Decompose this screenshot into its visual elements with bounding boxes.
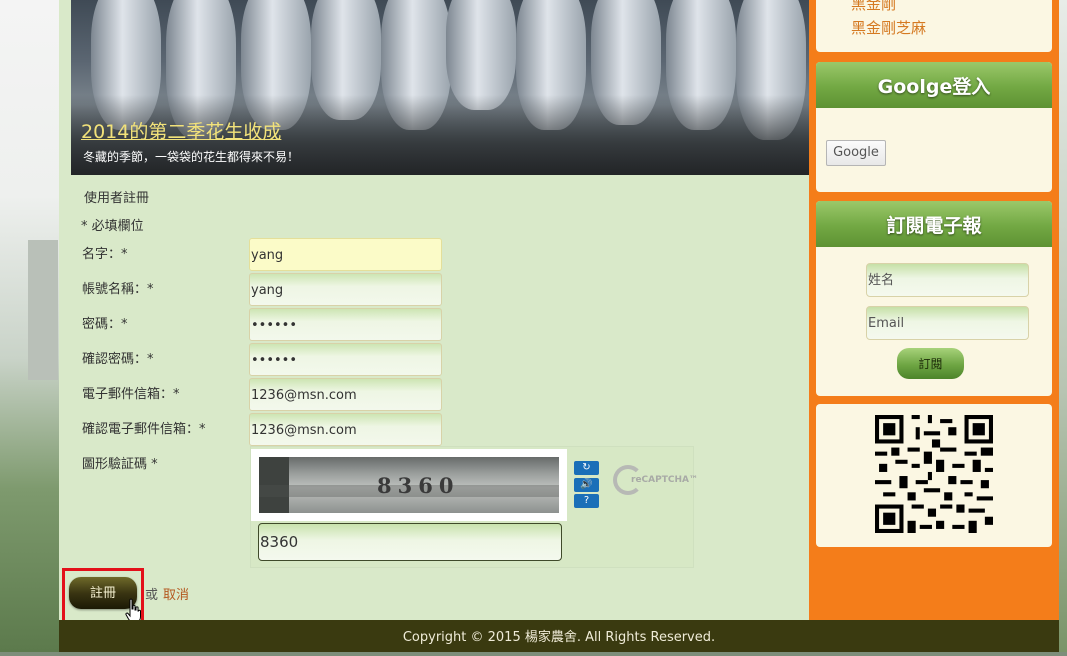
banner: 2014的第二季花生收成 冬藏的季節，一袋袋的花生都得來不易！ <box>71 0 809 175</box>
label-username: 帳號名稱：* <box>82 282 154 297</box>
email-input[interactable] <box>249 378 442 411</box>
confirm-email-input[interactable] <box>249 413 442 446</box>
subscribe-button[interactable]: 訂閱 <box>897 348 964 379</box>
sidebar: 黑金剛 黑金剛芝麻 Goolge登入 Google 訂閱電子報 訂閱 <box>809 0 1059 620</box>
label-captcha: 圖形驗証碼 * <box>82 457 158 472</box>
main-content: 2014的第二季花生收成 冬藏的季節，一袋袋的花生都得來不易！ 使用者註冊 * … <box>59 0 809 631</box>
recaptcha-widget: 8360 ↻ 🔊 ? reCAPTCHA™ <box>250 446 698 568</box>
captcha-help-icon[interactable]: ? <box>574 494 599 508</box>
google-login-panel: Goolge登入 Google <box>816 62 1052 192</box>
sidebar-link-black-diamond-sesame[interactable]: 黑金剛芝麻 <box>851 17 926 38</box>
label-name: 名字：* <box>82 247 128 262</box>
google-login-button[interactable]: Google <box>826 140 886 166</box>
captcha-input[interactable] <box>258 523 562 561</box>
label-password: 密碼：* <box>82 317 128 332</box>
password-input[interactable] <box>249 308 442 341</box>
cancel-link[interactable]: 取消 <box>163 584 189 603</box>
newsletter-name-input[interactable] <box>866 263 1029 297</box>
name-input[interactable] <box>249 238 442 271</box>
newsletter-title: 訂閱電子報 <box>816 201 1052 247</box>
banner-title-link[interactable]: 2014的第二季花生收成 <box>81 117 281 144</box>
newsletter-email-input[interactable] <box>866 306 1029 340</box>
recaptcha-logo-text: reCAPTCHA™ <box>631 475 698 485</box>
newsletter-panel: 訂閱電子報 訂閱 <box>816 201 1052 396</box>
footer: Copyright © 2015 楊家農舍. All Rights Reserv… <box>59 620 1059 652</box>
label-confirm-email: 確認電子郵件信箱：* <box>82 422 206 437</box>
qr-panel <box>816 404 1052 547</box>
captcha-image-frame: 8360 <box>251 449 567 521</box>
category-panel: 黑金剛 黑金剛芝麻 <box>816 0 1052 52</box>
background-pole <box>28 240 58 380</box>
captcha-reload-icon[interactable]: ↻ <box>574 461 599 475</box>
banner-subtitle: 冬藏的季節，一袋袋的花生都得來不易！ <box>83 150 300 164</box>
qr-code-icon <box>875 415 993 533</box>
background-left-scenery <box>0 0 59 652</box>
confirm-password-input[interactable] <box>249 343 442 376</box>
banner-sack <box>446 0 516 110</box>
label-email: 電子郵件信箱：* <box>82 387 180 402</box>
form-heading: 使用者註冊 <box>84 191 150 206</box>
label-confirm-password: 確認密碼：* <box>82 352 154 367</box>
google-login-title: Goolge登入 <box>816 62 1052 108</box>
required-note: * 必填欄位 <box>81 219 144 234</box>
background-right-edge <box>1059 0 1067 652</box>
captcha-image: 8360 <box>259 457 559 513</box>
username-input[interactable] <box>249 273 442 306</box>
or-text: 或 <box>145 588 159 603</box>
captcha-audio-icon[interactable]: 🔊 <box>574 478 599 492</box>
sidebar-link-black-diamond[interactable]: 黑金剛 <box>851 0 896 14</box>
captcha-image-text: 8360 <box>377 473 460 498</box>
